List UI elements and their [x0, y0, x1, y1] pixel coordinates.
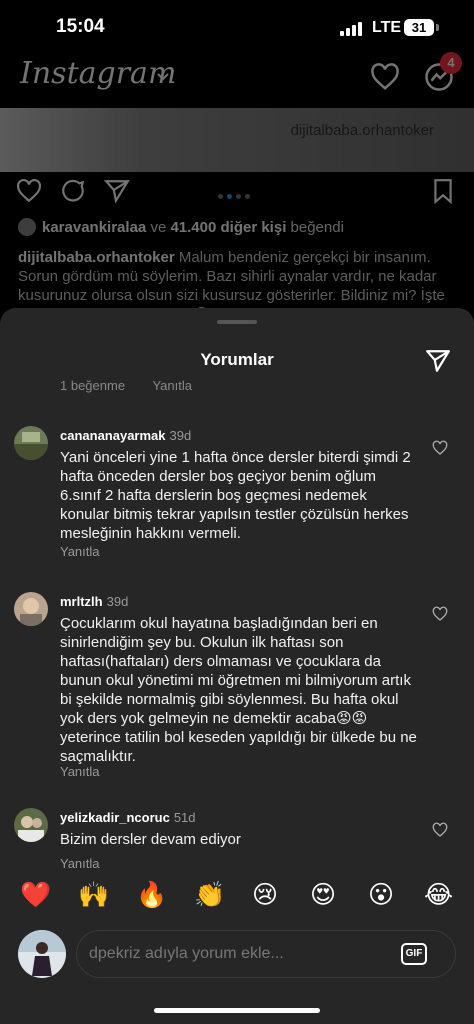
avatar[interactable] [14, 592, 48, 626]
reaction-fire[interactable]: 🔥 [136, 880, 167, 910]
likes-line[interactable]: karavankiralaa ve 41.400 diğer kişi beğe… [18, 218, 344, 236]
sheet-title: Yorumlar [200, 350, 274, 369]
like-heart-icon[interactable] [16, 178, 42, 204]
likes-suffix: beğendi [290, 219, 344, 236]
reaction-surprised[interactable]: 😮 [368, 880, 394, 910]
heart-icon[interactable] [370, 62, 400, 92]
send-icon[interactable] [424, 348, 452, 374]
avatar[interactable] [18, 930, 66, 978]
reaction-laughing[interactable]: 😂 [424, 880, 453, 910]
avatar [18, 218, 36, 236]
home-indicator[interactable] [154, 1008, 320, 1013]
post-watermark: dijitalbaba.orhantoker [290, 122, 434, 139]
comment-age: 39d [169, 428, 192, 443]
reaction-crying[interactable]: 😢 [252, 880, 278, 910]
comment-text: Yani önceleri yine 1 hafta önce dersler … [60, 449, 411, 542]
reply-button[interactable]: Yanıtla [152, 378, 192, 393]
reply-button[interactable]: Yanıtla [60, 856, 100, 871]
like-count: 1 beğenme [60, 378, 126, 393]
reaction-clap[interactable]: 👏 [194, 880, 225, 910]
feed-background: Instagram 4 dijitalbaba.orhantoker karav… [0, 52, 474, 352]
app-header: Instagram 4 [0, 52, 474, 108]
likes-count[interactable]: 41.400 diğer kişi [170, 219, 286, 236]
likes-connector: ve [150, 219, 167, 236]
caption-username[interactable]: dijitalbaba.orhantoker [18, 249, 175, 266]
battery-icon: 31 [404, 19, 434, 36]
partial-comment-meta: 1 beğenme Yanıtla [60, 378, 216, 393]
signal-icon [340, 22, 364, 36]
comment-text: Bizim dersler devam ediyor [60, 831, 241, 848]
reaction-raised-hands[interactable]: 🙌 [78, 880, 109, 910]
like-heart-icon[interactable] [432, 440, 448, 456]
carousel-dots [216, 186, 252, 204]
message-badge: 4 [440, 52, 462, 74]
post-image[interactable]: dijitalbaba.orhantoker [0, 108, 474, 172]
comment-username[interactable]: yelizkadir_ncoruc 51d [60, 810, 196, 825]
avatar[interactable] [14, 808, 48, 842]
comment-composer: GIF [0, 926, 474, 986]
status-bar: 15:04 LTE 31 [0, 0, 474, 52]
comment-username[interactable]: mrltzlh 39d [60, 594, 128, 609]
avatar[interactable] [14, 426, 48, 460]
reaction-heart[interactable]: ❤️ [20, 880, 51, 910]
drag-handle[interactable] [217, 320, 257, 324]
battery-tip [436, 24, 439, 31]
reaction-heart-eyes[interactable]: 😍 [310, 880, 336, 910]
like-heart-icon[interactable] [432, 822, 448, 838]
comment-age: 51d [173, 810, 196, 825]
like-heart-icon[interactable] [432, 606, 448, 622]
chevron-down-icon[interactable] [156, 70, 170, 84]
status-time: 15:04 [56, 16, 105, 37]
comment-icon[interactable] [60, 178, 86, 204]
comment-input-wrapper: GIF [76, 930, 456, 978]
bookmark-icon[interactable] [430, 178, 456, 204]
reply-button[interactable]: Yanıtla [60, 544, 100, 559]
comment-username[interactable]: canananayarmak 39d [60, 428, 191, 443]
network-type: LTE [372, 19, 402, 36]
instagram-logo[interactable]: Instagram [20, 56, 176, 91]
comment-age: 39d [106, 594, 129, 609]
reply-button[interactable]: Yanıtla [60, 764, 100, 779]
quick-reactions: ❤️ 🙌 🔥 👏 😢 😍 😮 😂 [0, 874, 474, 918]
liker-username[interactable]: karavankiralaa [42, 219, 146, 236]
gif-button[interactable]: GIF [401, 943, 427, 965]
comment-input[interactable] [89, 931, 389, 977]
comment-text: Çocuklarım okul hayatına başladığından b… [60, 615, 417, 765]
send-icon[interactable] [104, 178, 130, 204]
